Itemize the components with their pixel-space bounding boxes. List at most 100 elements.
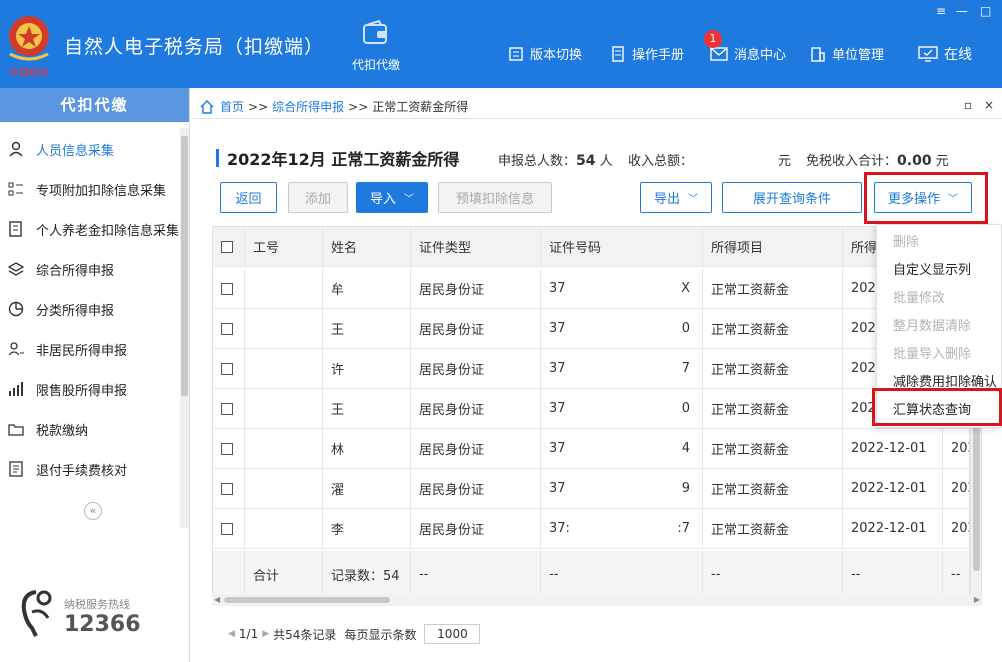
cert-suffix: :7 xyxy=(677,521,690,536)
cell-name: 王 xyxy=(323,389,411,428)
sidebar-item-comprehensive[interactable]: 综合所得申报 xyxy=(0,254,180,284)
col-header-name[interactable]: 姓名 xyxy=(323,227,411,266)
menu-item-delete[interactable]: 删除 xyxy=(893,231,919,250)
cert-prefix: 37 xyxy=(549,481,566,496)
building-icon xyxy=(811,46,825,62)
row-checkbox[interactable] xyxy=(221,282,233,295)
cert-prefix: 37 xyxy=(549,401,566,416)
cell-id xyxy=(245,269,323,308)
row-checkbox-cell xyxy=(213,429,245,468)
sidebar-item-tax-payment[interactable]: 税款缴纳 xyxy=(0,414,180,444)
sidebar-item-special-deduction[interactable]: 专项附加扣除信息采集 xyxy=(0,174,180,204)
col-header-cert-type[interactable]: 证件类型 xyxy=(411,227,541,266)
sidebar-item-person-info[interactable]: 人员信息采集 xyxy=(0,134,180,164)
sidebar-item-restricted-stock[interactable]: 限售股所得申报 xyxy=(0,374,180,404)
total-people-unit: 人 xyxy=(599,154,613,169)
minimize-button[interactable]: — xyxy=(956,4,968,18)
cell-income-item: 正常工资薪金 xyxy=(703,429,843,468)
sidebar-item-pension[interactable]: 个人养老金扣除信息采集 xyxy=(0,214,180,244)
total-people-value: 54 xyxy=(576,153,596,169)
sidebar-item-label: 分类所得申报 xyxy=(36,303,115,319)
table-row[interactable]: 濯 居民身份证 37 9 正常工资薪金 2022-12-01 202 xyxy=(213,469,969,509)
bar-chart-icon xyxy=(9,382,23,396)
col-header-id[interactable]: 工号 xyxy=(245,227,323,266)
table-row[interactable]: 林 居民身份证 37 4 正常工资薪金 2022-12-01 202 xyxy=(213,429,969,469)
back-button[interactable]: 返回 xyxy=(220,182,277,213)
nav-online-label: 在线 xyxy=(944,47,972,63)
highlight-box-settlement-query xyxy=(872,388,1002,426)
prefill-deduction-button[interactable]: 预填扣除信息 xyxy=(438,182,552,213)
tab-restore-button[interactable]: ▫ xyxy=(964,98,972,112)
total-people-stat: 申报总人数：54 人 xyxy=(498,150,613,169)
cell-cert-no: 37 4 xyxy=(541,429,703,468)
per-page-input[interactable]: 1000 xyxy=(424,624,481,644)
table-row[interactable]: 王 居民身份证 37 0 正常工资薪金 202 xyxy=(213,309,969,349)
page-indicator: 1/1 xyxy=(238,627,259,641)
next-page-icon[interactable]: ▶ xyxy=(262,629,269,639)
sidebar-collapse-button[interactable]: « xyxy=(84,502,102,520)
menu-item-batch-import-delete[interactable]: 批量导入删除 xyxy=(893,343,971,362)
row-checkbox[interactable] xyxy=(221,442,233,455)
table-row[interactable]: 许 居民身份证 37 7 正常工资薪金 202 xyxy=(213,349,969,389)
pagination: ◀ 1/1 ▶ 共54条记录 每页显示条数 1000 xyxy=(228,624,481,644)
nav-message-center[interactable]: 1 消息中心 xyxy=(704,30,787,63)
header-checkbox-cell xyxy=(213,227,245,266)
nav-manual[interactable]: 操作手册 xyxy=(610,44,684,63)
cell-cert-type: 居民身份证 xyxy=(411,509,541,548)
prev-page-icon[interactable]: ◀ xyxy=(228,629,235,639)
nav-message-label: 消息中心 xyxy=(734,48,787,63)
row-checkbox[interactable] xyxy=(221,322,233,335)
home-icon xyxy=(200,99,214,114)
sidebar-item-nonresident[interactable]: 非居民所得申报 xyxy=(0,334,180,364)
sidebar-item-label: 退付手续费核对 xyxy=(36,463,128,479)
exempt-income-label: 免税收入合计： xyxy=(806,154,898,169)
nav-version-switch[interactable]: 版本切换 xyxy=(508,44,582,63)
module-daikou[interactable]: 代扣代缴 xyxy=(344,19,408,73)
tab-close-button[interactable]: × xyxy=(984,98,994,112)
nav-online-status[interactable]: 在线 xyxy=(918,44,972,64)
nav-manual-label: 操作手册 xyxy=(632,48,685,63)
col-header-cert-no[interactable]: 证件号码 xyxy=(541,227,703,266)
sidebar-item-label: 非居民所得申报 xyxy=(36,343,128,359)
scroll-left-arrow-icon[interactable]: ◀ xyxy=(214,594,220,606)
table-horizontal-scrollbar[interactable]: ◀ ▶ xyxy=(212,594,982,606)
row-checkbox[interactable] xyxy=(221,522,233,535)
cert-prefix: 37 xyxy=(549,441,566,456)
add-button[interactable]: 添加 xyxy=(288,182,348,213)
total-people-label: 申报总人数： xyxy=(498,154,577,169)
sidebar-item-label: 个人养老金扣除信息采集 xyxy=(36,223,180,239)
table-row[interactable]: 牟 居民身份证 37 X 正常工资薪金 202 xyxy=(213,269,969,309)
table-row[interactable]: 李 居民身份证 37::7 正常工资薪金 2022-12-01 202 xyxy=(213,509,969,549)
maximize-button[interactable]: □ xyxy=(980,4,991,18)
nav-version-switch-label: 版本切换 xyxy=(530,48,583,63)
scroll-right-arrow-icon[interactable]: ▶ xyxy=(974,594,980,606)
select-all-checkbox[interactable] xyxy=(221,240,233,253)
menu-item-clear-month[interactable]: 整月数据清除 xyxy=(893,315,971,334)
sidebar-item-classified[interactable]: 分类所得申报 xyxy=(0,294,180,324)
row-checkbox[interactable] xyxy=(221,402,233,415)
cell-name: 濯 xyxy=(323,469,411,508)
menu-item-custom-columns[interactable]: 自定义显示列 xyxy=(893,259,971,278)
col-header-income-item[interactable]: 所得项目 xyxy=(703,227,843,266)
nav-unit-management[interactable]: 单位管理 xyxy=(810,44,884,63)
expand-query-button[interactable]: 展开查询条件 xyxy=(722,182,862,213)
export-button[interactable]: 导出 ﹀ xyxy=(640,182,712,213)
row-checkbox-cell xyxy=(213,349,245,388)
sidebar-item-refund-check[interactable]: 退付手续费核对 xyxy=(0,454,180,484)
sidebar-scroll-thumb[interactable] xyxy=(181,136,188,396)
cell-id xyxy=(245,349,323,388)
table-row[interactable]: 王 居民身份证 37 0 正常工资薪金 202 xyxy=(213,389,969,429)
row-checkbox[interactable] xyxy=(221,482,233,495)
cell-cert-type: 居民身份证 xyxy=(411,269,541,308)
row-checkbox[interactable] xyxy=(221,362,233,375)
breadcrumb-comprehensive[interactable]: 综合所得申报 xyxy=(272,98,344,115)
row-checkbox-cell xyxy=(213,469,245,508)
menu-item-batch-edit[interactable]: 批量修改 xyxy=(893,287,945,306)
table-hscroll-thumb[interactable] xyxy=(224,597,390,603)
cell-income-period: 2022-12-01 xyxy=(843,509,943,548)
breadcrumb-home[interactable]: 首页 xyxy=(220,98,244,115)
sidebar-scrollbar[interactable] xyxy=(180,128,189,528)
pie-icon xyxy=(8,301,24,317)
import-button[interactable]: 导入 ﹀ xyxy=(356,182,428,213)
menu-button[interactable]: ≡ xyxy=(936,4,946,18)
